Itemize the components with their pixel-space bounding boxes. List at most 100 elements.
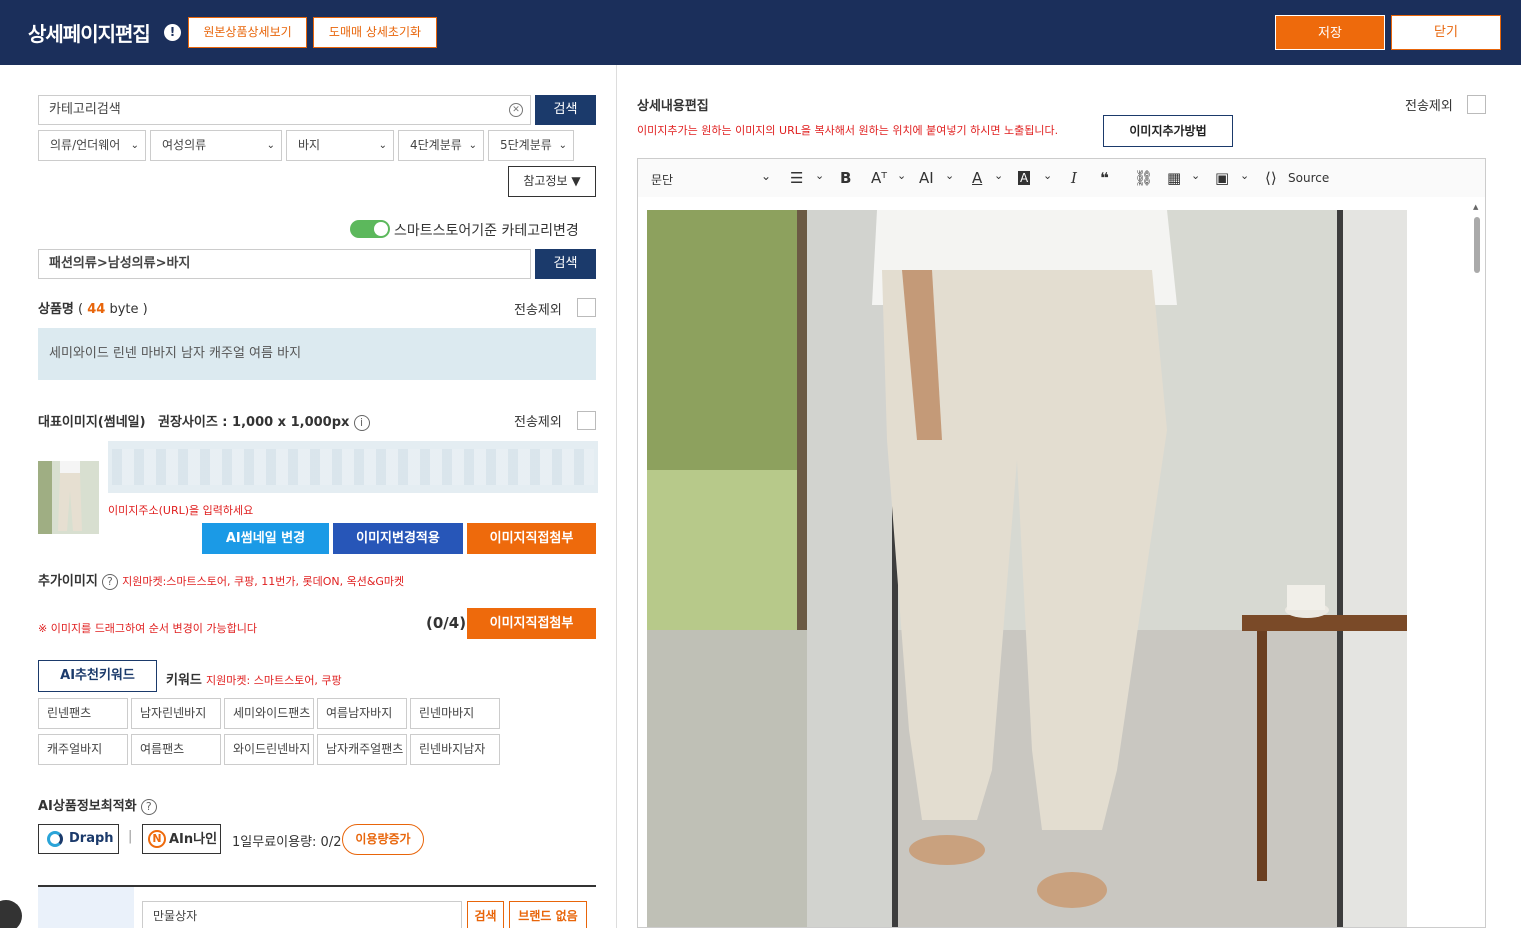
category-select-1[interactable]: 의류/언더웨어 ⌄ [38,130,146,161]
nine-label: AIn나인 [169,832,218,847]
thumbnail-exclude-checkbox[interactable] [577,411,596,430]
chevron-down-icon[interactable]: ⌄ [945,169,954,182]
category-search-placeholder: 카테고리검색 [49,102,121,117]
detail-exclude-checkbox[interactable] [1467,95,1486,114]
thumbnail-url-hint: 이미지주소(URL)을 입력하세요 [108,504,254,517]
detail-hint: 이미지추가는 원하는 이미지의 URL을 복사해서 원하는 위치에 붙여넣기 하… [637,124,1059,137]
thumbnail-image[interactable] [38,461,99,534]
view-original-button[interactable]: 원본상품상세보기 [188,17,307,48]
info-icon[interactable]: ! [164,24,181,41]
keyword-chip[interactable]: 남자캐주얼팬츠 [317,734,407,765]
chevron-down-icon[interactable]: ⌄ [761,169,771,183]
product-name-input[interactable]: 세미와이드 린넨 마바지 남자 캐주얼 여름 바지 [38,328,596,380]
scroll-up-icon[interactable]: ▲ [1473,203,1478,211]
chevron-down-icon[interactable]: ⌄ [1240,169,1249,182]
category-select-4-value: 4단계분류 [410,138,462,152]
italic-icon[interactable]: I [1071,169,1077,187]
keyword-chip[interactable]: 린넨마바지 [410,698,500,729]
usage-label: 1일무료이용량: 0/2 [232,835,342,850]
media-icon[interactable]: ▣ [1215,169,1229,187]
extra-images-markets: 지원마켓:스마트스토어, 쿠팡, 11번가, 롯데ON, 옥션&G마켓 [122,575,405,588]
brand-search-button[interactable]: 검색 [467,901,504,928]
keyword-chip[interactable]: 캐주얼바지 [38,734,128,765]
chevron-down-icon: ⌄ [558,140,567,151]
brand-none-button[interactable]: 브랜드 없음 [509,901,587,928]
close-button[interactable]: 닫기 [1391,15,1501,50]
byte-open: ( [78,302,84,317]
divider: | [128,829,133,844]
clear-icon[interactable]: ✕ [509,103,523,117]
category-select-4[interactable]: 4단계분류 ⌄ [398,130,484,161]
paragraph-dropdown[interactable]: 문단 [651,171,673,188]
category-select-5[interactable]: 5단계분류 ⌄ [488,130,574,161]
chevron-down-icon[interactable]: ⌄ [897,169,906,182]
apply-image-button[interactable]: 이미지변경적용 [333,523,463,554]
right-panel: 상세내용편집 전송제외 이미지추가는 원하는 이미지의 URL을 복사해서 원하… [617,65,1521,928]
keyword-chip[interactable]: 여름남자바지 [317,698,407,729]
nine-logo-icon: N [148,830,166,848]
editor-content[interactable]: ▲ [637,197,1486,928]
category-select-2[interactable]: 여성의류 ⌄ [150,130,282,161]
ai-thumbnail-button[interactable]: AI썸네일 변경 [202,523,329,554]
help-icon[interactable]: ? [140,798,157,815]
product-name-title: 상품명 [38,302,74,317]
keyword-chip[interactable]: 린넨팬츠 [38,698,128,729]
background-color-icon[interactable]: A [1018,171,1031,185]
keyword-chip[interactable]: 와이드린넨바지 [224,734,314,765]
category-search-input[interactable]: 카테고리검색 ✕ [38,95,531,125]
brand-input[interactable]: 만물상자 [142,901,462,928]
line-height-icon[interactable]: AI [919,169,934,187]
table-icon[interactable]: ▦ [1167,169,1181,187]
keyword-chip[interactable]: 남자린넨바지 [131,698,221,729]
chat-icon[interactable] [0,900,22,928]
category-search-button[interactable]: 검색 [535,95,596,125]
product-name-label: 상품명 ( 44 byte ) [38,298,148,317]
keyword-markets: 지원마켓: 스마트스토어, 쿠팡 [206,674,342,687]
reset-detail-button[interactable]: 도매매 상세초기화 [313,17,437,48]
align-icon[interactable]: ☰ [790,169,803,187]
chevron-down-icon: ⌄ [468,140,477,151]
draph-button[interactable]: Draph [38,824,119,854]
chevron-down-icon[interactable]: ⌄ [1043,169,1052,182]
save-button[interactable]: 저장 [1275,15,1385,50]
keyword-chip[interactable]: 여름팬츠 [131,734,221,765]
category-select-1-value: 의류/언더웨어 [50,138,121,152]
keyword-chip[interactable]: 린넨바지남자 [410,734,500,765]
chevron-down-icon[interactable]: ⌄ [1191,169,1200,182]
scroll-thumb[interactable] [1474,217,1480,273]
increase-usage-button[interactable]: 이용량증가 [342,824,424,855]
font-size-icon[interactable]: Aᵀ [871,169,887,187]
category-path-input[interactable]: 패션의류>남성의류>바지 [38,249,531,279]
reference-info-button[interactable]: 참고정보 ▼ [508,166,596,197]
attach-thumbnail-button[interactable]: 이미지직접첨부 [467,523,596,554]
chevron-down-icon[interactable]: ⌄ [994,169,1003,182]
ai-keyword-button[interactable]: AI추천키워드 [38,660,157,692]
thumbnail-url-input[interactable] [108,441,598,493]
source-icon[interactable]: ⟨⟩ [1265,169,1277,187]
link-icon[interactable]: ⛓ [1134,169,1153,187]
quote-icon[interactable]: ❝ [1100,169,1109,187]
editor-toolbar: 문단 ⌄ ☰ ⌄ B Aᵀ ⌄ AI ⌄ A ⌄ A ⌄ I ❝ ⛓ ▦ ⌄ ▣… [637,158,1486,198]
help-icon[interactable]: ? [101,573,118,590]
category-select-3[interactable]: 바지 ⌄ [286,130,394,161]
attach-extra-image-button[interactable]: 이미지직접첨부 [467,608,596,639]
nine-button[interactable]: N AIn나인 [142,824,221,854]
keyword-chip[interactable]: 세미와이드팬츠 [224,698,314,729]
chevron-down-icon[interactable]: ⌄ [815,169,824,182]
smartstore-toggle[interactable] [350,220,390,238]
font-color-icon[interactable]: A [972,169,982,187]
thumbnail-pants-illustration [38,461,99,534]
editor-scrollbar[interactable]: ▲ [1473,203,1481,923]
source-button[interactable]: Source [1288,171,1329,185]
image-howto-button[interactable]: 이미지추가방법 [1103,115,1233,147]
blurred-url [112,449,594,485]
category-path-search-button[interactable]: 검색 [535,249,596,279]
bold-icon[interactable]: B [840,169,851,187]
chevron-down-icon: ⌄ [130,140,139,151]
draph-label: Draph [69,831,114,846]
byte-count: 44 [87,302,106,317]
info-icon[interactable]: i [353,414,370,431]
category-select-3-value: 바지 [298,138,321,152]
product-name-exclude-checkbox[interactable] [577,298,596,317]
brand-label-cell [38,887,134,928]
